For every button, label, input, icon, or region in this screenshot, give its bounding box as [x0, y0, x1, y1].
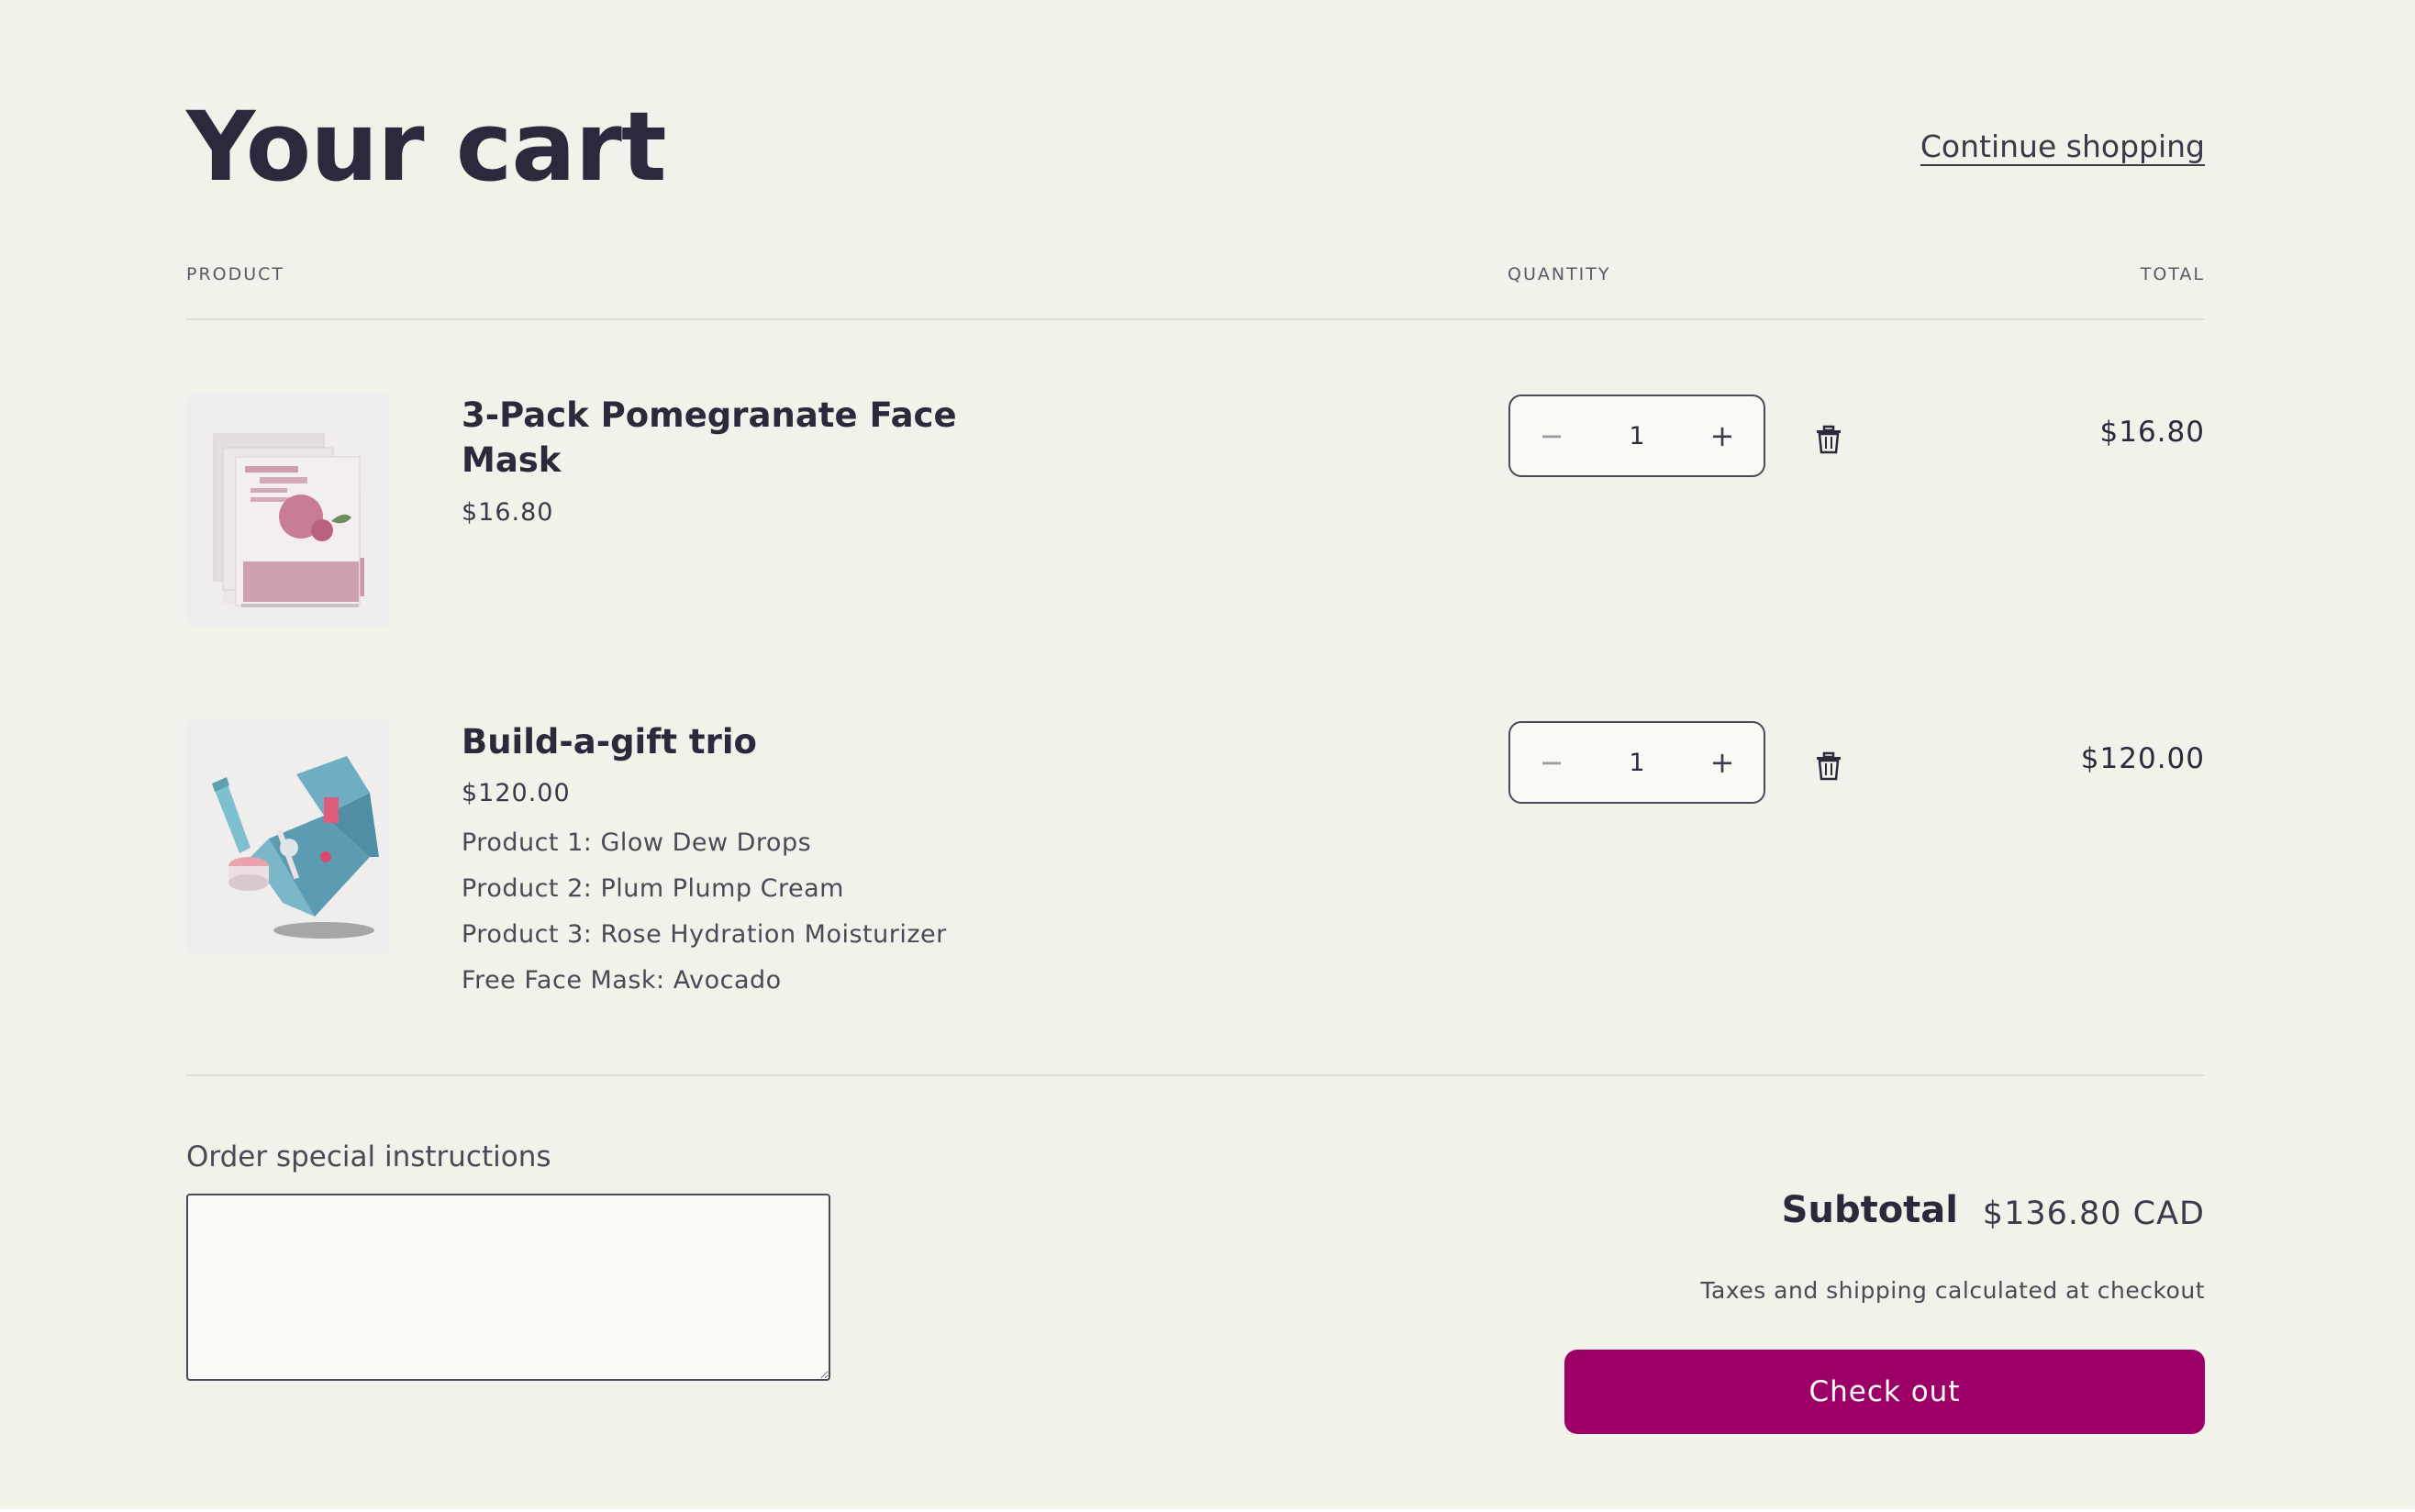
page-title: Your cart: [186, 91, 667, 203]
subtotal-value: $136.80 CAD: [1982, 1195, 2205, 1232]
column-header-total: TOTAL: [2140, 264, 2205, 284]
column-header-product: PRODUCT: [186, 264, 285, 284]
quantity-input[interactable]: 1: [1593, 723, 1681, 802]
checkout-button[interactable]: Check out: [1564, 1350, 2205, 1434]
item-option: Product 1: Glow Dew Drops: [462, 828, 812, 857]
gift-box-icon: [212, 756, 379, 939]
continue-shopping-link[interactable]: Continue shopping: [1920, 128, 2205, 164]
item-price: $16.80: [462, 498, 554, 527]
item-option: Product 2: Plum Plump Cream: [462, 874, 844, 903]
column-header-quantity: QUANTITY: [1508, 264, 1611, 284]
gift-box-image[interactable]: [186, 719, 390, 954]
header-divider: [186, 318, 2205, 320]
plus-icon: +: [1709, 418, 1735, 453]
cart-page: Your cart Continue shopping PRODUCT QUAN…: [186, 0, 2205, 1512]
item-name[interactable]: Build-a-gift trio: [462, 719, 975, 764]
item-option: Product 3: Rose Hydration Moisturizer: [462, 920, 947, 949]
pomegranate-mask-pack-icon: [213, 433, 364, 607]
remove-item-button[interactable]: [1813, 424, 1844, 455]
items-divider: [186, 1074, 2205, 1076]
tax-note: Taxes and shipping calculated at checkou…: [1700, 1277, 2205, 1304]
subtotal-label: Subtotal: [1781, 1189, 1958, 1231]
remove-item-button[interactable]: [1813, 750, 1844, 782]
item-price: $120.00: [462, 779, 571, 807]
trash-icon: [1817, 751, 1841, 781]
decrease-quantity-button[interactable]: −: [1510, 396, 1593, 475]
trash-icon: [1817, 425, 1841, 454]
item-name[interactable]: 3-Pack Pomegranate Face Mask: [462, 393, 975, 483]
special-instructions-textarea[interactable]: [186, 1194, 830, 1381]
instructions-label: Order special instructions: [186, 1140, 551, 1173]
quantity-stepper: − 1 +: [1508, 395, 1765, 477]
minus-icon: −: [1539, 418, 1564, 453]
item-option: Free Face Mask: Avocado: [462, 966, 782, 995]
plus-icon: +: [1709, 745, 1735, 780]
line-item-total: $16.80: [2099, 416, 2205, 449]
minus-icon: −: [1539, 745, 1564, 780]
pomegranate-mask-pack-image[interactable]: [186, 393, 390, 628]
increase-quantity-button[interactable]: +: [1681, 723, 1764, 802]
quantity-input[interactable]: 1: [1593, 396, 1681, 475]
increase-quantity-button[interactable]: +: [1681, 396, 1764, 475]
decrease-quantity-button[interactable]: −: [1510, 723, 1593, 802]
quantity-stepper: − 1 +: [1508, 721, 1765, 804]
line-item-total: $120.00: [2080, 742, 2205, 775]
